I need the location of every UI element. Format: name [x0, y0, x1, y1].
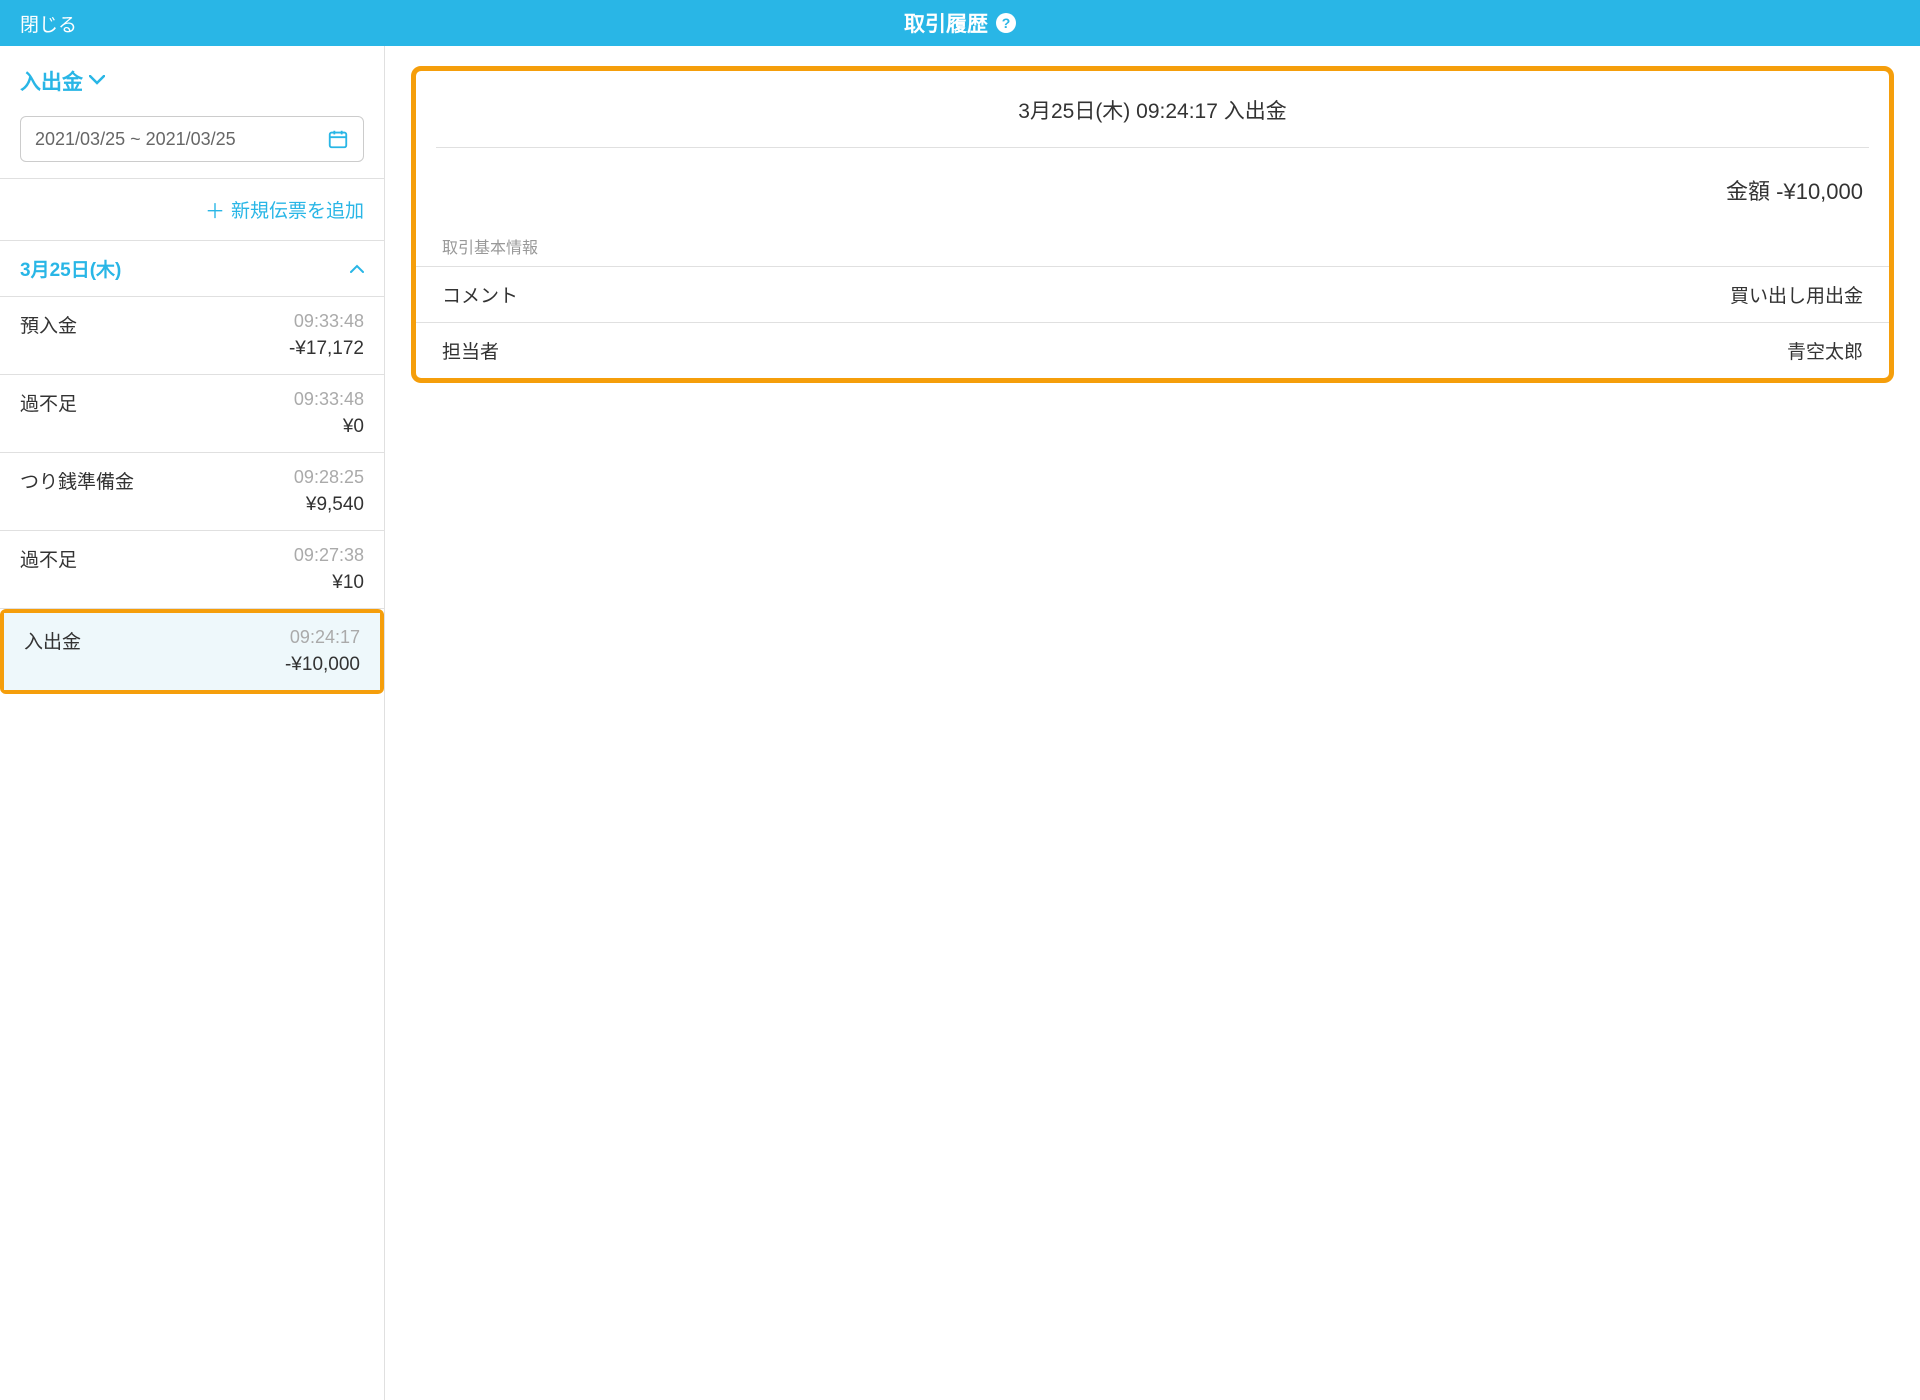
transaction-item[interactable]: 預入金 09:33:48 -¥17,172	[0, 297, 384, 375]
filter-dropdown[interactable]: 入出金	[20, 66, 364, 96]
date-group-label: 3月25日(木)	[20, 255, 121, 282]
page-title: 取引履歴 ?	[904, 8, 1016, 38]
info-value: 買い出し用出金	[1730, 281, 1863, 308]
filter-section: 入出金 2021/03/25 ~ 2021/03/25	[0, 46, 384, 178]
transaction-meta: 09:33:48 -¥17,172	[289, 311, 364, 360]
help-icon[interactable]: ?	[996, 13, 1016, 33]
transaction-time: 09:33:48	[294, 389, 364, 410]
transaction-amount: -¥17,172	[289, 338, 364, 360]
info-row: 担当者 青空太郎	[416, 322, 1889, 378]
main-container: 入出金 2021/03/25 ~ 2021/03/25	[0, 46, 1920, 1400]
transaction-time: 09:27:38	[294, 545, 364, 566]
chevron-down-icon	[89, 72, 105, 90]
info-label: コメント	[442, 281, 518, 308]
page-title-text: 取引履歴	[904, 8, 988, 38]
sidebar: 入出金 2021/03/25 ~ 2021/03/25	[0, 46, 385, 1400]
detail-title: 3月25日(木) 09:24:17 入出金	[416, 71, 1889, 147]
transaction-item[interactable]: 入出金 09:24:17 -¥10,000	[4, 613, 380, 690]
chevron-up-icon	[350, 260, 364, 277]
transaction-label: 過不足	[20, 545, 77, 594]
transaction-time: 09:33:48	[289, 311, 364, 332]
app-header: 閉じる 取引履歴 ?	[0, 0, 1920, 46]
detail-area: 3月25日(木) 09:24:17 入出金 金額 -¥10,000 取引基本情報…	[385, 46, 1920, 1400]
transaction-amount: ¥9,540	[294, 494, 364, 516]
detail-card: 3月25日(木) 09:24:17 入出金 金額 -¥10,000 取引基本情報…	[411, 66, 1894, 383]
date-range-text: 2021/03/25 ~ 2021/03/25	[35, 129, 236, 150]
add-slip-button[interactable]: ＋ 新規伝票を追加	[205, 195, 364, 224]
transaction-item[interactable]: 過不足 09:27:38 ¥10	[0, 531, 384, 609]
amount-value: -¥10,000	[1776, 179, 1863, 204]
transaction-amount: ¥0	[294, 416, 364, 438]
date-group-header[interactable]: 3月25日(木)	[0, 241, 384, 297]
transaction-label: つり銭準備金	[20, 467, 134, 516]
info-value: 青空太郎	[1787, 337, 1863, 364]
transaction-meta: 09:24:17 -¥10,000	[285, 627, 360, 676]
add-slip-section: ＋ 新規伝票を追加	[0, 178, 384, 241]
transaction-label: 過不足	[20, 389, 77, 438]
transaction-label: 入出金	[24, 627, 81, 676]
info-row: コメント 買い出し用出金	[416, 266, 1889, 322]
transaction-label: 預入金	[20, 311, 77, 360]
transaction-meta: 09:27:38 ¥10	[294, 545, 364, 594]
transaction-meta: 09:33:48 ¥0	[294, 389, 364, 438]
plus-icon: ＋	[205, 195, 225, 224]
amount-row: 金額 -¥10,000	[416, 148, 1889, 232]
info-label: 担当者	[442, 337, 499, 364]
add-slip-label: 新規伝票を追加	[231, 196, 364, 223]
transaction-amount: ¥10	[294, 572, 364, 594]
date-range-picker[interactable]: 2021/03/25 ~ 2021/03/25	[20, 116, 364, 162]
calendar-icon	[327, 128, 349, 150]
transaction-item[interactable]: つり銭準備金 09:28:25 ¥9,540	[0, 453, 384, 531]
amount-label: 金額	[1726, 179, 1770, 204]
transaction-meta: 09:28:25 ¥9,540	[294, 467, 364, 516]
transaction-time: 09:24:17	[285, 627, 360, 648]
close-button[interactable]: 閉じる	[20, 10, 77, 37]
transaction-item[interactable]: 過不足 09:33:48 ¥0	[0, 375, 384, 453]
filter-label: 入出金	[20, 66, 83, 96]
transaction-amount: -¥10,000	[285, 654, 360, 676]
section-label: 取引基本情報	[416, 232, 1889, 266]
transaction-time: 09:28:25	[294, 467, 364, 488]
highlighted-transaction: 入出金 09:24:17 -¥10,000	[0, 609, 384, 694]
